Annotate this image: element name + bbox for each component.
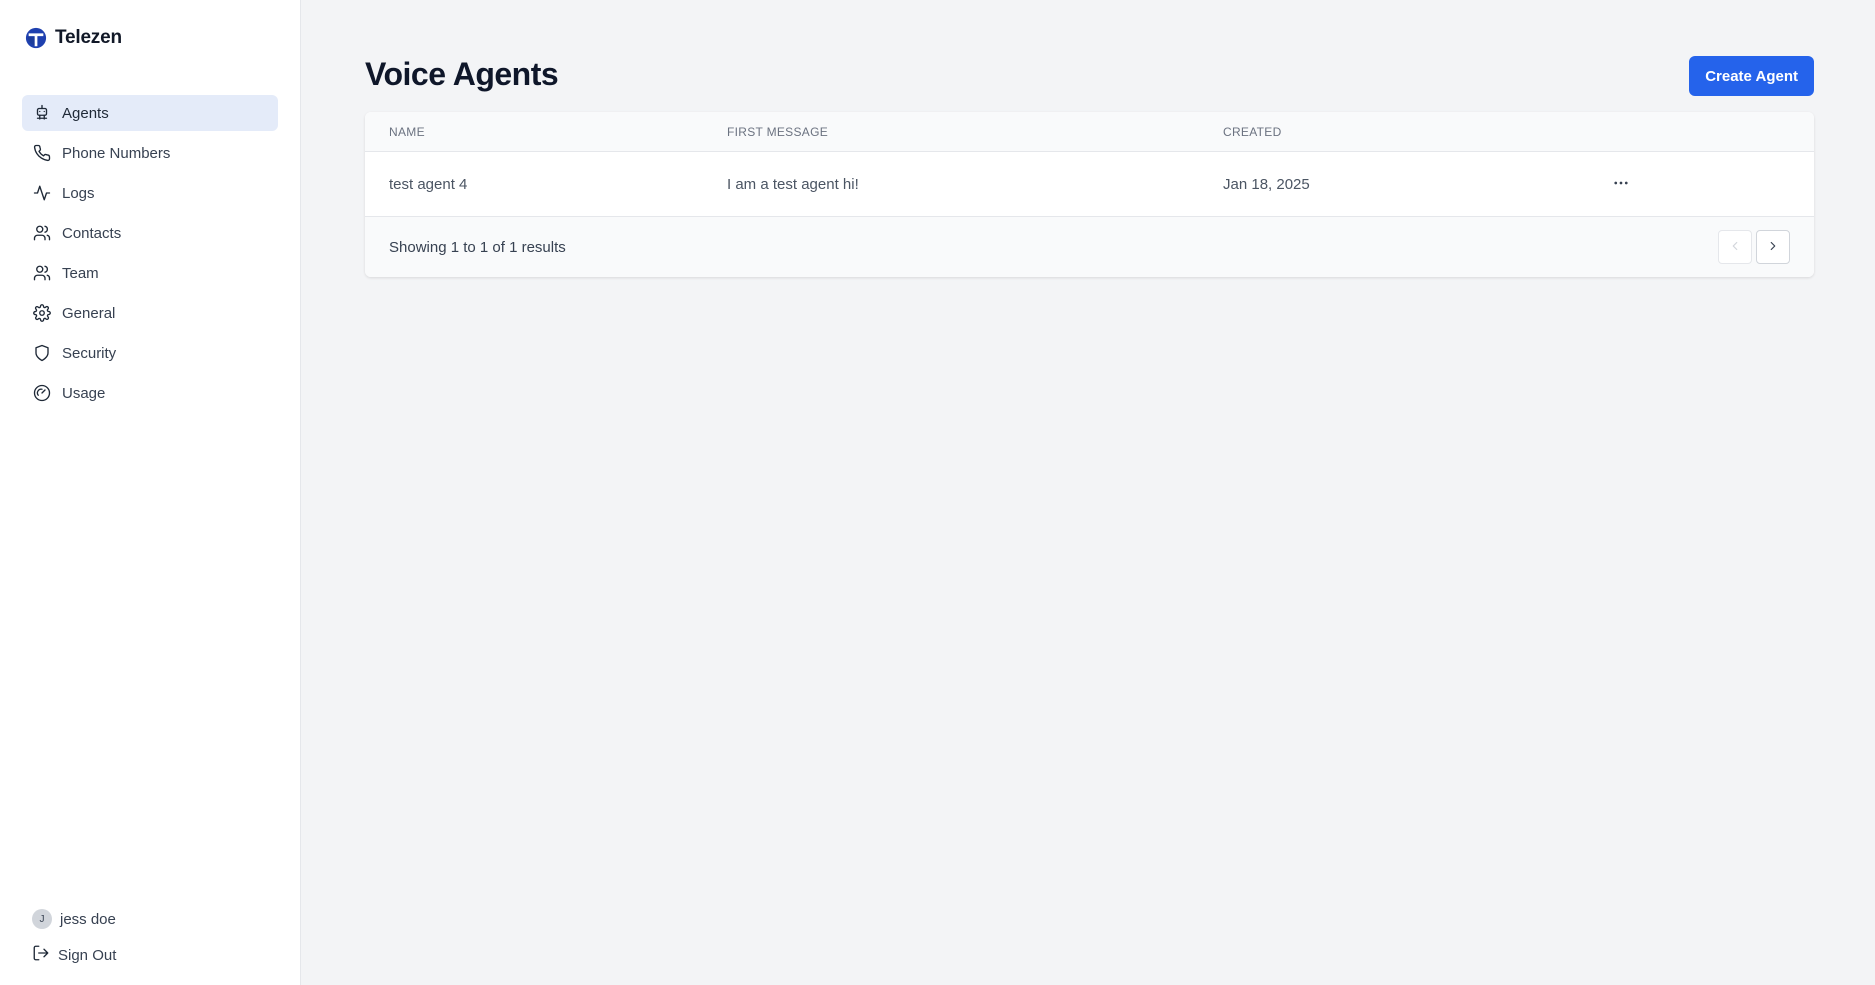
sidebar-item-label: General [62, 304, 116, 322]
next-page-button[interactable] [1756, 230, 1790, 264]
sidebar-item-phone-numbers[interactable]: Phone Numbers [22, 135, 278, 171]
ellipsis-icon [1612, 174, 1630, 195]
gauge-icon [32, 383, 52, 403]
activity-icon [32, 183, 52, 203]
sidebar-item-logs[interactable]: Logs [22, 175, 278, 211]
sidebar-item-label: Security [62, 344, 117, 362]
previous-page-button[interactable] [1718, 230, 1752, 264]
sign-out-button[interactable]: Sign Out [32, 943, 116, 967]
actions-cell [1591, 170, 1651, 198]
sidebar-item-agents[interactable]: Agents [22, 95, 278, 131]
page-title: Voice Agents [365, 56, 559, 92]
sidebar-item-team[interactable]: Team [22, 255, 278, 291]
agent-name-cell: test agent 4 [389, 175, 468, 193]
first-message-cell: I am a test agent hi! [727, 175, 859, 193]
users-icon [32, 223, 52, 243]
main-content: Voice Agents Create Agent NAME FIRST MES… [301, 0, 1875, 985]
sidebar-item-general[interactable]: General [22, 295, 278, 331]
table-header: NAME FIRST MESSAGE CREATED [365, 112, 1814, 152]
sidebar-item-contacts[interactable]: Contacts [22, 215, 278, 251]
sidebar-item-usage[interactable]: Usage [22, 375, 278, 411]
phone-icon [32, 143, 52, 163]
brand-name: Telezen [55, 27, 122, 48]
sign-out-label: Sign Out [58, 946, 117, 964]
chevron-left-icon [1728, 239, 1742, 256]
created-cell: Jan 18, 2025 [1223, 175, 1310, 193]
sidebar-item-label: Logs [62, 184, 95, 202]
robot-icon [32, 103, 52, 123]
sidebar-item-label: Contacts [62, 224, 122, 242]
column-header-first-message: FIRST MESSAGE [727, 124, 829, 139]
create-agent-button[interactable]: Create Agent [1689, 56, 1814, 96]
sidebar: Telezen Agents Phone Numbers Logs Contac… [0, 0, 301, 985]
telezen-logo-icon [25, 27, 47, 49]
brand[interactable]: Telezen [25, 27, 122, 49]
sidebar-nav: Agents Phone Numbers Logs Contacts Team … [22, 95, 278, 415]
table-footer: Showing 1 to 1 of 1 results [365, 217, 1814, 277]
sidebar-item-label: Usage [62, 384, 106, 402]
chevron-right-icon [1766, 239, 1780, 256]
shield-icon [32, 343, 52, 363]
log-out-icon [32, 944, 50, 966]
table-row[interactable]: test agent 4 I am a test agent hi! Jan 1… [365, 152, 1814, 217]
sidebar-item-label: Phone Numbers [62, 144, 171, 162]
more-options-button[interactable] [1607, 170, 1635, 198]
agents-table: NAME FIRST MESSAGE CREATED test agent 4 … [365, 112, 1814, 277]
user-profile[interactable]: J jess doe [32, 907, 116, 931]
gear-icon [32, 303, 52, 323]
sidebar-footer: J jess doe Sign Out [32, 907, 116, 967]
sidebar-item-label: Team [62, 264, 99, 282]
column-header-name: NAME [389, 124, 425, 139]
user-name: jess doe [60, 910, 116, 928]
sidebar-item-label: Agents [62, 104, 109, 122]
pagination [1718, 230, 1790, 264]
sidebar-item-security[interactable]: Security [22, 335, 278, 371]
column-header-created: CREATED [1223, 124, 1282, 139]
results-summary: Showing 1 to 1 of 1 results [389, 238, 566, 256]
avatar: J [32, 909, 52, 929]
team-icon [32, 263, 52, 283]
